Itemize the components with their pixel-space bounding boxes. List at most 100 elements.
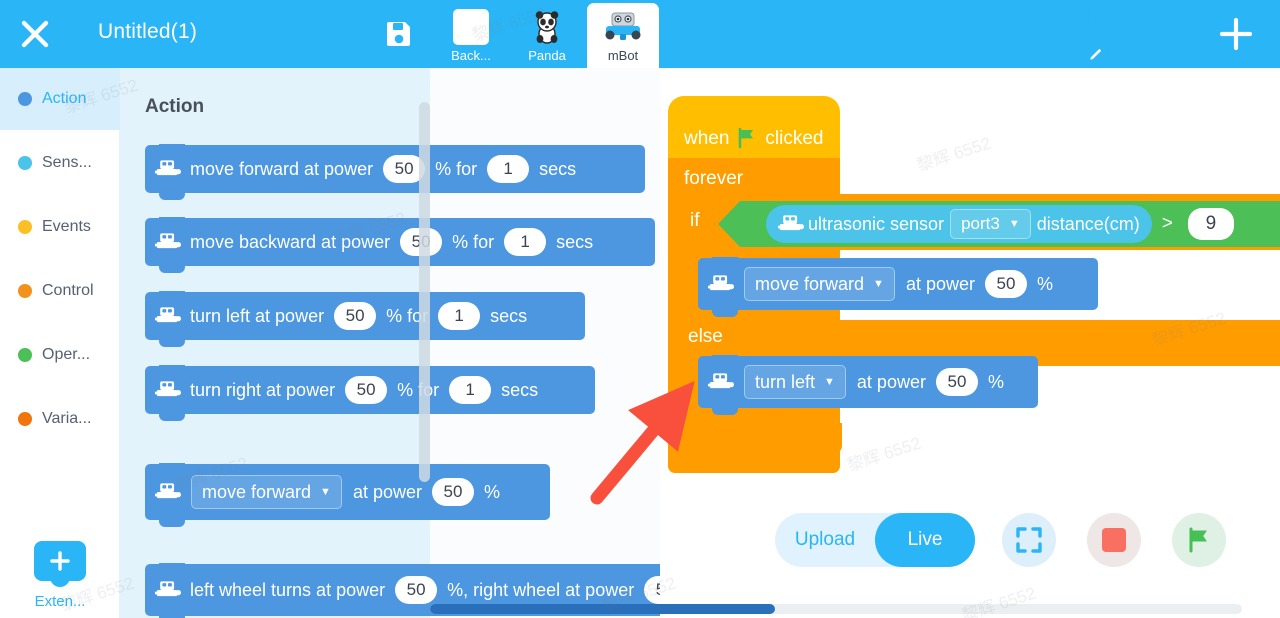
block-else-body-turn[interactable]: turn left ▼ at power 50 % <box>698 355 1038 415</box>
block-comparison-greater-than[interactable]: ultrasonic sensor port3 ▼ distance(cm) >… <box>718 201 1280 247</box>
threshold-input[interactable]: 9 <box>1187 208 1234 240</box>
block-if-footer <box>682 423 842 453</box>
device-tab-label: Panda <box>528 48 566 63</box>
secs-input[interactable]: 1 <box>449 376 492 404</box>
chevron-down-icon: ▼ <box>824 376 835 388</box>
block-label: % <box>987 371 1004 392</box>
port-dropdown-value: port3 <box>961 214 1000 233</box>
mbot-device-thumb <box>602 8 644 46</box>
sensor-name-label: ultrasonic sensor <box>808 213 945 234</box>
secs-input[interactable]: 1 <box>504 228 547 256</box>
block-label: at power <box>905 273 975 294</box>
block-label: secs <box>490 305 528 326</box>
block-label: % <box>483 481 500 502</box>
upload-mode-option[interactable]: Upload <box>775 513 875 567</box>
device-tab-panda[interactable]: Panda <box>511 3 583 68</box>
horizontal-scrollbar-thumb[interactable] <box>430 604 775 614</box>
block-turn-right-secs[interactable]: turn right at power 50 % for 1 secs <box>145 365 595 421</box>
mbot-icon <box>155 232 181 252</box>
else-label: else <box>688 326 723 347</box>
top-header: Untitled(1) Back... Panda mBot <box>0 0 1280 68</box>
panda-sprite-thumb <box>526 8 568 46</box>
power-input[interactable]: 50 <box>334 302 377 330</box>
block-label: % <box>1036 273 1053 294</box>
if-label: if <box>690 210 700 231</box>
mbot-icon <box>778 214 804 234</box>
mblock-app: Untitled(1) Back... Panda mBot Action Se… <box>0 0 1280 618</box>
measure-label: distance(cm) <box>1036 213 1140 234</box>
mbot-icon <box>155 159 181 179</box>
block-label: turn left at power <box>190 305 325 326</box>
block-if-body-move[interactable]: move forward ▼ at power 50 % <box>698 257 1098 317</box>
device-tab-mbot[interactable]: mBot <box>587 3 659 68</box>
block-label: move forward at power <box>190 158 374 179</box>
block-label: secs <box>501 379 539 400</box>
mbot-icon <box>708 274 734 294</box>
direction-dropdown[interactable]: move forward ▼ <box>744 267 895 301</box>
power-input[interactable]: 50 <box>935 368 978 396</box>
green-flag-icon <box>736 127 758 149</box>
block-label: turn right at power <box>190 379 336 400</box>
device-tab-backdrop[interactable]: Back... <box>435 3 507 68</box>
right-power-input[interactable]: 50 <box>644 576 660 604</box>
port-dropdown[interactable]: port3 ▼ <box>950 209 1031 239</box>
project-title[interactable]: Untitled(1) <box>98 20 197 44</box>
mbot-icon <box>155 482 181 502</box>
palette-blocks: move forward at power 50 % for 1 secs mo… <box>0 68 660 618</box>
direction-dropdown-value: move forward <box>755 273 865 294</box>
add-device-icon[interactable] <box>1216 14 1256 54</box>
secs-input[interactable]: 1 <box>487 155 530 183</box>
chevron-down-icon: ▼ <box>320 486 331 498</box>
block-ultrasonic-sensor[interactable]: ultrasonic sensor port3 ▼ distance(cm) <box>766 205 1152 243</box>
palette-section-title: Action <box>145 96 205 117</box>
block-label: %, right wheel at power <box>447 579 635 600</box>
direction-dropdown-value: turn left <box>755 371 816 392</box>
block-label: % for <box>435 158 478 179</box>
chevron-down-icon: ▼ <box>873 278 884 290</box>
close-icon[interactable] <box>16 15 54 53</box>
block-move-dropdown-power[interactable]: move forward ▼ at power 50 % <box>145 463 550 527</box>
power-input[interactable]: 50 <box>345 376 388 404</box>
start-green-flag-icon[interactable] <box>1172 513 1226 567</box>
operator-label: > <box>1161 213 1173 234</box>
mbot-icon <box>155 580 181 600</box>
block-label: secs <box>539 158 577 179</box>
power-input[interactable]: 50 <box>431 478 474 506</box>
direction-dropdown[interactable]: turn left ▼ <box>744 365 846 399</box>
mbot-icon <box>708 372 734 392</box>
block-label: left wheel turns at power <box>190 579 386 600</box>
device-tab-label: mBot <box>607 48 639 63</box>
direction-dropdown[interactable]: move forward ▼ <box>191 475 342 509</box>
direction-dropdown-value: move forward <box>202 481 312 502</box>
block-label: at power <box>352 481 422 502</box>
block-label: % for <box>452 231 495 252</box>
save-icon[interactable] <box>382 16 416 50</box>
block-move-backward-secs[interactable]: move backward at power 50 % for 1 secs <box>145 217 655 273</box>
blank-backdrop-thumb <box>450 8 492 46</box>
block-label: move backward at power <box>190 231 391 252</box>
block-when-flag-clicked[interactable]: when clicked <box>668 96 840 158</box>
boolean-left-point <box>718 201 740 247</box>
power-input[interactable]: 50 <box>984 270 1027 298</box>
stop-icon[interactable] <box>1087 513 1141 567</box>
block-turn-left-secs[interactable]: turn left at power 50 % for 1 secs <box>145 291 585 347</box>
fullscreen-icon[interactable] <box>1002 513 1056 567</box>
block-label: when <box>684 128 730 149</box>
mbot-icon <box>155 306 181 326</box>
secs-input[interactable]: 1 <box>438 302 481 330</box>
block-label: at power <box>856 371 926 392</box>
block-move-forward-secs[interactable]: move forward at power 50 % for 1 secs <box>145 144 645 200</box>
chevron-down-icon: ▼ <box>1008 218 1020 230</box>
block-label: clicked <box>765 128 824 149</box>
block-label: secs <box>556 231 594 252</box>
device-tab-label: Back... <box>451 48 491 63</box>
bluetooth-icon[interactable] <box>1080 6 1108 41</box>
pencil-icon[interactable] <box>1083 40 1109 66</box>
forever-label: forever <box>684 168 744 189</box>
annotation-arrow <box>575 380 705 515</box>
palette-vertical-scrollbar[interactable] <box>419 102 430 482</box>
live-mode-option[interactable]: Live <box>875 513 975 567</box>
mode-toggle[interactable]: Upload Live <box>775 513 975 567</box>
left-power-input[interactable]: 50 <box>395 576 438 604</box>
mbot-icon <box>155 380 181 400</box>
